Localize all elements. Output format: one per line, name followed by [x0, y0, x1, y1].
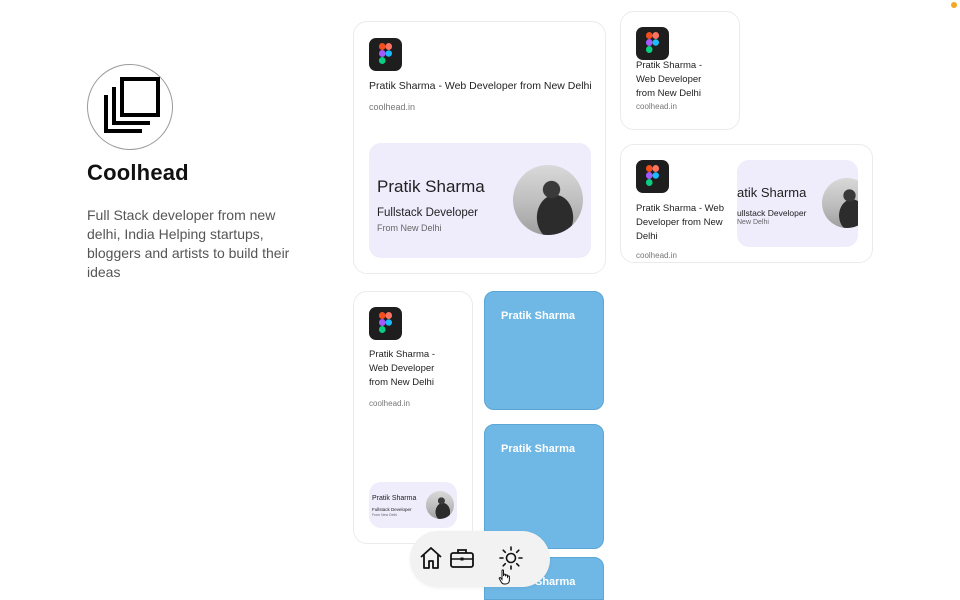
profile-name: Coolhead	[87, 160, 189, 185]
profile-photo	[822, 178, 858, 228]
preview-location: From New Delhi	[377, 223, 442, 233]
profile-photo	[513, 165, 583, 235]
blue-card[interactable]: Pratik Sharma	[484, 291, 604, 410]
figma-icon	[636, 27, 669, 60]
card-preview-image: Pratik Sharma Fullstack Developer From N…	[369, 482, 457, 528]
preview-location: New Delhi	[737, 219, 769, 226]
link-card-small[interactable]: Pratik Sharma - Web Developer from New D…	[620, 11, 740, 130]
hand-cursor-icon	[498, 569, 510, 585]
preview-name: Pratik Sharma	[377, 177, 485, 196]
card-domain: coolhead.in	[636, 251, 677, 260]
figma-icon	[636, 160, 669, 193]
card-domain: coolhead.in	[636, 102, 677, 111]
card-title: Pratik Sharma - Web Developer from New D…	[369, 349, 435, 388]
preview-name: atik Sharma	[737, 185, 807, 200]
link-card-large[interactable]: Pratik Sharma - Web Developer from New D…	[353, 21, 606, 274]
preview-role: Fullstack Developer	[372, 507, 412, 512]
card-preview-image: atik Sharma ullstack Developer New Delhi	[737, 160, 858, 247]
profile-bio: Full Stack developer from new delhi, Ind…	[87, 207, 290, 280]
bottom-nav-dock	[410, 531, 550, 587]
sun-icon[interactable]	[498, 545, 524, 571]
link-card-tall[interactable]: Pratik Sharma - Web Developer from New D…	[353, 291, 473, 544]
figma-icon	[369, 307, 402, 340]
avatar	[87, 64, 173, 150]
card-title: Pratik Sharma - Web Developer from New D…	[636, 203, 724, 242]
blue-card-label: Pratik Sharma	[501, 443, 575, 455]
card-title: Pratik Sharma - Web Developer from New D…	[369, 80, 592, 92]
card-domain: coolhead.in	[369, 399, 410, 408]
preview-role: Fullstack Developer	[377, 207, 478, 219]
home-icon[interactable]	[418, 545, 444, 571]
card-title: Pratik Sharma - Web Developer from New D…	[636, 60, 702, 99]
figma-icon	[369, 38, 402, 71]
status-dot	[951, 2, 957, 8]
preview-location: From New Delhi	[372, 513, 398, 517]
preview-role: ullstack Developer	[737, 208, 807, 218]
card-preview-image: Pratik Sharma Fullstack Developer From N…	[369, 143, 591, 258]
blue-card-label: Pratik Sharma	[501, 310, 575, 322]
profile-photo	[426, 491, 454, 519]
preview-name: Pratik Sharma	[372, 495, 417, 502]
link-card-wide[interactable]: Pratik Sharma - Web Developer from New D…	[620, 144, 873, 263]
profile-section: Coolhead Full Stack developer from new d…	[87, 64, 317, 282]
stacked-squares-icon	[104, 77, 160, 133]
card-domain: coolhead.in	[369, 102, 416, 112]
briefcase-icon[interactable]	[449, 545, 475, 571]
